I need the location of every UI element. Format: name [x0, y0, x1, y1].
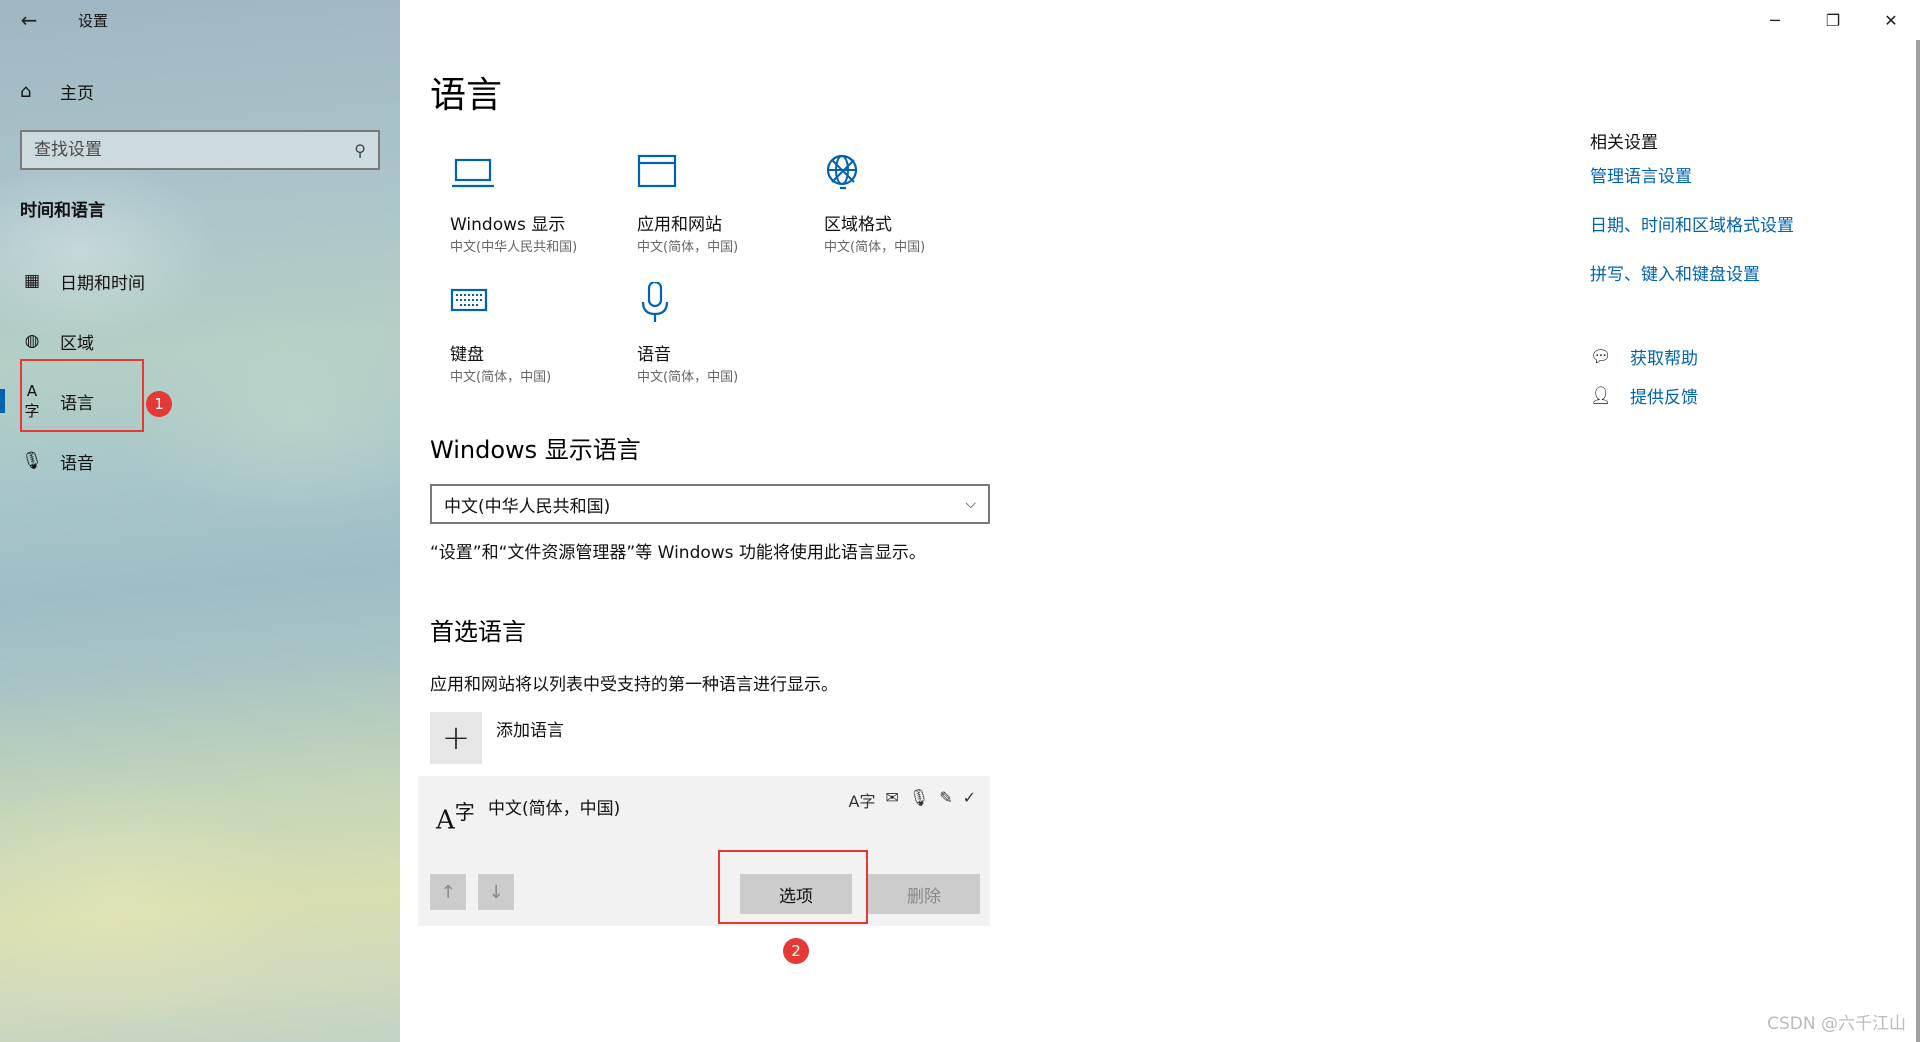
sidebar-item-speech[interactable]: 🎙︎ 语音	[0, 439, 400, 483]
tile-subtitle: 中文(简体，中国)	[824, 240, 926, 255]
give-feedback-link[interactable]: 👤︎ 提供反馈	[1590, 383, 1698, 409]
annotation-box-1	[20, 359, 144, 432]
tile-keyboard[interactable]: 键盘 中文(简体，中国)	[430, 282, 610, 402]
display-language-select[interactable]: 中文(中华人民共和国) ⌵	[430, 484, 990, 524]
microphone-icon: 🎙︎	[908, 788, 930, 807]
tile-subtitle: 中文(简体，中国)	[637, 240, 739, 255]
scrollbar[interactable]	[1916, 40, 1920, 1042]
tile-title: 区域格式	[824, 215, 892, 235]
page-title: 语言	[430, 75, 503, 116]
tile-subtitle: 中文(简体，中国)	[637, 370, 739, 385]
sidebar-item-label: 语音	[60, 453, 94, 474]
language-name: 中文(简体，中国)	[488, 799, 621, 819]
handwriting-icon: ✎	[939, 788, 953, 807]
tile-title: 应用和网站	[637, 215, 722, 235]
language-icon: A字	[436, 800, 475, 836]
feedback-person-icon: 👤︎	[1590, 385, 1612, 406]
sidebar-item-date-time[interactable]: ▦ 日期和时间	[0, 259, 400, 303]
link-date-time-region[interactable]: 日期、时间和区域格式设置	[1590, 211, 1794, 236]
language-list-item[interactable]: A字 中文(简体，中国) A字 ✉ 🎙︎ ✎ ✓ ↑ ↓ 选项 删除	[418, 776, 990, 926]
sidebar-home[interactable]: ⌂ 主页	[20, 76, 94, 106]
add-language-button[interactable]: + 添加语言	[430, 712, 564, 764]
maximize-button[interactable]: ❐	[1804, 0, 1862, 40]
close-icon: ✕	[1884, 10, 1898, 30]
tile-title: 键盘	[450, 345, 484, 365]
browser-window-icon	[637, 154, 677, 188]
minimize-icon: ─	[1770, 10, 1780, 30]
selected-value: 中文(中华人民共和国)	[444, 496, 611, 517]
home-icon: ⌂	[20, 80, 32, 102]
annotation-badge-2: 2	[783, 938, 809, 964]
app-title: 设置	[78, 11, 109, 30]
search-box[interactable]: ⚲	[20, 130, 380, 170]
tile-subtitle: 中文(中华人民共和国)	[450, 240, 578, 255]
tile-subtitle: 中文(简体，中国)	[450, 370, 552, 385]
link-manage-language[interactable]: 管理语言设置	[1590, 162, 1692, 187]
title-bar: ← 设置	[0, 0, 400, 40]
keyboard-icon	[450, 288, 488, 312]
annotation-badge-1: 1	[146, 391, 172, 417]
back-arrow-icon: ←	[20, 8, 38, 32]
search-icon[interactable]: ⚲	[354, 141, 366, 160]
tile-regional-format[interactable]: 区域格式 中文(简体，中国)	[804, 152, 984, 272]
microphone-icon	[641, 282, 669, 322]
add-language-label: 添加语言	[496, 721, 564, 741]
search-input[interactable]	[34, 140, 355, 160]
display-language-description: “设置”和“文件资源管理器”等 Windows 功能将使用此语言显示。	[430, 543, 926, 563]
move-up-button[interactable]: ↑	[430, 874, 466, 910]
text-to-speech-icon: ✉	[885, 788, 899, 807]
remove-button[interactable]: 删除	[868, 874, 980, 914]
display-language-heading: Windows 显示语言	[430, 436, 641, 464]
back-button[interactable]: ←	[0, 0, 58, 40]
sidebar: ← 设置 ⌂ 主页 ⚲ 时间和语言 ▦ 日期和时间 ◍ 区域 A字 语言 🎙︎ …	[0, 0, 400, 1042]
sidebar-item-region[interactable]: ◍ 区域	[0, 319, 400, 363]
close-button[interactable]: ✕	[1862, 0, 1920, 40]
chat-help-icon: 💬︎	[1590, 346, 1612, 367]
display-language-icon: A字	[848, 792, 876, 811]
home-label: 主页	[60, 83, 94, 104]
watermark: CSDN @六千江山	[1767, 1014, 1906, 1034]
monitor-icon	[452, 158, 494, 188]
globe-settings-icon	[826, 154, 858, 190]
window-controls: ─ ❐ ✕	[1746, 0, 1920, 40]
related-settings-title: 相关设置	[1590, 133, 1658, 153]
move-down-button[interactable]: ↓	[478, 874, 514, 910]
arrow-down-icon: ↓	[488, 881, 504, 903]
minimize-button[interactable]: ─	[1746, 0, 1804, 40]
plus-icon: +	[430, 712, 482, 764]
link-spelling-typing-keyboard[interactable]: 拼写、键入和键盘设置	[1590, 260, 1760, 285]
give-feedback-label: 提供反馈	[1630, 388, 1698, 408]
sidebar-item-label: 日期和时间	[60, 273, 145, 294]
preferred-languages-description: 应用和网站将以列表中受支持的第一种语言进行显示。	[430, 675, 838, 695]
spellcheck-icon: ✓	[962, 788, 976, 807]
language-features: A字 ✉ 🎙︎ ✎ ✓	[849, 788, 976, 812]
tile-apps-websites[interactable]: 应用和网站 中文(简体，中国)	[617, 152, 797, 272]
active-indicator	[0, 389, 5, 413]
globe-region-icon: ◍	[24, 331, 40, 351]
tile-title: Windows 显示	[450, 215, 566, 235]
tile-title: 语音	[637, 345, 671, 365]
sidebar-item-label: 区域	[60, 333, 94, 354]
calendar-clock-icon: ▦	[23, 271, 41, 291]
tile-windows-display[interactable]: Windows 显示 中文(中华人民共和国)	[430, 152, 610, 272]
get-help-label: 获取帮助	[1630, 349, 1698, 369]
preferred-languages-heading: 首选语言	[430, 618, 526, 646]
tile-speech[interactable]: 语音 中文(简体，中国)	[617, 282, 797, 402]
chevron-down-icon: ⌵	[965, 496, 976, 512]
annotation-box-2	[718, 850, 868, 924]
arrow-up-icon: ↑	[440, 881, 456, 903]
microphone-icon: 🎙︎	[21, 451, 43, 471]
restore-icon: ❐	[1825, 10, 1841, 30]
section-heading: 时间和语言	[20, 201, 105, 221]
get-help-link[interactable]: 💬︎ 获取帮助	[1590, 344, 1698, 370]
